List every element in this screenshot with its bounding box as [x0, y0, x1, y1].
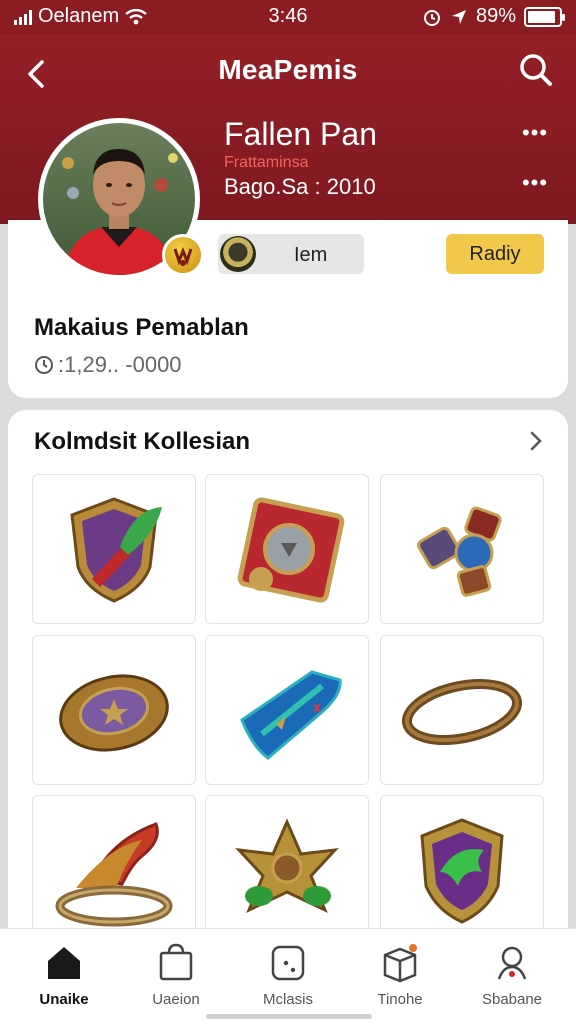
battery-label: 89% — [475, 5, 516, 27]
tab-bar: Unaike Uaeion Mclasis Tinohe Sbabane — [0, 928, 576, 1024]
stats-title: Makaius Pemablan — [34, 314, 249, 341]
collection-item[interactable] — [380, 474, 544, 624]
claw-ring-icon — [55, 822, 173, 927]
search-button[interactable] — [516, 50, 556, 90]
status-bar: Oelanem 3:46 89% — [0, 0, 576, 34]
collection-item[interactable] — [32, 635, 196, 785]
status-right: 89% — [422, 5, 565, 28]
home-icon — [48, 947, 80, 979]
star-leaf-emblem-icon — [235, 818, 339, 914]
box-icon — [383, 944, 417, 983]
tab-bag[interactable]: Uaeion — [121, 943, 231, 1013]
bag-icon — [159, 943, 193, 981]
player-name: Fallen Pan — [224, 116, 377, 152]
stats-row: :1,29.. -0000 — [34, 352, 182, 378]
tab-device[interactable]: Mclasis — [233, 943, 343, 1013]
dragon-shield-icon — [420, 818, 504, 924]
stats-value: :1,29.. -0000 — [58, 352, 182, 377]
device-icon — [271, 945, 305, 981]
bronze-ring-icon — [401, 679, 523, 745]
tab-label: Sbabane — [481, 991, 543, 1008]
more-options-icon[interactable]: ••• — [520, 122, 550, 146]
tab-label: Tinohe — [377, 991, 423, 1008]
collection-item[interactable] — [205, 635, 369, 785]
home-indicator[interactable] — [206, 1014, 372, 1019]
crest-tome-icon — [237, 497, 345, 603]
collection-item[interactable] — [205, 795, 369, 945]
collection-title: Kolmdsit Kollesian — [34, 428, 251, 455]
more-options-icon-2[interactable]: ••• — [520, 172, 550, 196]
tab-label: Mclasis — [262, 991, 313, 1008]
location-icon — [451, 9, 466, 24]
item-coin-icon — [220, 236, 256, 272]
collection-item[interactable] — [32, 474, 196, 624]
ready-button[interactable]: Radiy — [446, 234, 544, 274]
profile-icon — [497, 946, 527, 980]
collection-item[interactable] — [205, 474, 369, 624]
leaf-shield-icon — [70, 497, 162, 603]
battery-fill — [528, 10, 555, 23]
tab-profile[interactable]: Sbabane — [457, 943, 567, 1013]
item-chip[interactable]: Iem — [218, 234, 364, 274]
page-title: MeaPemis — [218, 54, 358, 85]
tab-box[interactable]: Tinohe — [345, 943, 455, 1013]
alarm-icon — [423, 9, 440, 26]
collection-item[interactable] — [32, 795, 196, 945]
chevron-right-icon[interactable] — [524, 428, 548, 454]
player-meta: Bago.Sa : 2010 — [224, 174, 376, 199]
item-chip-label: Iem — [294, 244, 328, 266]
clock-icon — [35, 356, 53, 374]
tab-label: Uaeion — [152, 991, 200, 1008]
tab-home[interactable]: Unaike — [9, 943, 119, 1013]
back-button[interactable] — [18, 54, 58, 94]
player-subtitle: Frattaminsa — [224, 154, 309, 171]
blue-cape-icon — [240, 670, 342, 760]
collection-item[interactable] — [380, 795, 544, 945]
crossed-hammers-icon — [417, 506, 502, 597]
battery-icon — [524, 6, 565, 27]
bronze-medallion-icon — [59, 674, 169, 752]
rank-badge-icon — [162, 234, 204, 276]
tab-label: Unaike — [39, 991, 89, 1008]
collection-item[interactable] — [380, 635, 544, 785]
